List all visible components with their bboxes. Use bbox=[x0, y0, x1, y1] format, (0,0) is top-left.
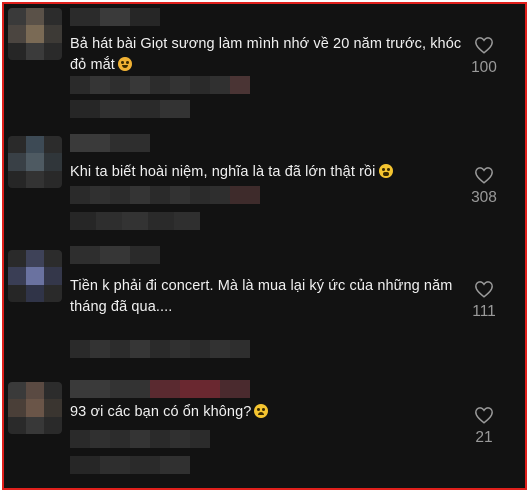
heart-outline-icon bbox=[475, 407, 493, 424]
username-redacted bbox=[70, 8, 160, 26]
avatar[interactable] bbox=[8, 250, 62, 302]
comment-text: 93 ơi các bạn có ổn không? bbox=[70, 402, 462, 423]
like-count: 308 bbox=[471, 189, 497, 206]
heart-outline-icon bbox=[475, 281, 493, 298]
username-redacted bbox=[70, 246, 160, 264]
like-button[interactable]: 111 bbox=[462, 280, 506, 321]
comment-meta-redacted bbox=[70, 186, 260, 204]
avatar[interactable] bbox=[8, 136, 62, 188]
username-redacted bbox=[70, 380, 250, 398]
reply-redacted bbox=[70, 212, 200, 230]
comment-list: Bả hát bài Giọt sương làm mình nhớ về 20… bbox=[2, 2, 527, 490]
comment-text: Bả hát bài Giọt sương làm mình nhớ về 20… bbox=[70, 36, 462, 73]
heart-outline-icon bbox=[475, 37, 493, 54]
comment-meta-redacted bbox=[70, 76, 250, 94]
like-count: 21 bbox=[475, 429, 493, 446]
comment-text: Tiền k phải đi concert. Mà là mua lại ký… bbox=[70, 278, 453, 315]
like-button[interactable]: 308 bbox=[462, 166, 506, 207]
like-count: 100 bbox=[471, 59, 497, 76]
heart-outline-icon bbox=[475, 167, 493, 184]
avatar[interactable] bbox=[8, 8, 62, 60]
username-redacted bbox=[70, 134, 150, 152]
like-button[interactable]: 21 bbox=[462, 406, 506, 447]
comment-text: Khi ta biết hoài niệm, nghĩa là ta đã lớ… bbox=[70, 162, 462, 183]
reply-redacted bbox=[70, 100, 190, 118]
heart-eyes-emoji bbox=[117, 57, 132, 71]
worried-emoji bbox=[254, 404, 269, 418]
like-count: 111 bbox=[472, 303, 496, 320]
comment-meta-redacted bbox=[70, 340, 250, 358]
like-button[interactable]: 100 bbox=[462, 36, 506, 77]
avatar[interactable] bbox=[8, 382, 62, 434]
tired-emoji bbox=[378, 164, 393, 178]
reply-redacted bbox=[70, 456, 190, 474]
comment-meta-redacted bbox=[70, 430, 210, 448]
